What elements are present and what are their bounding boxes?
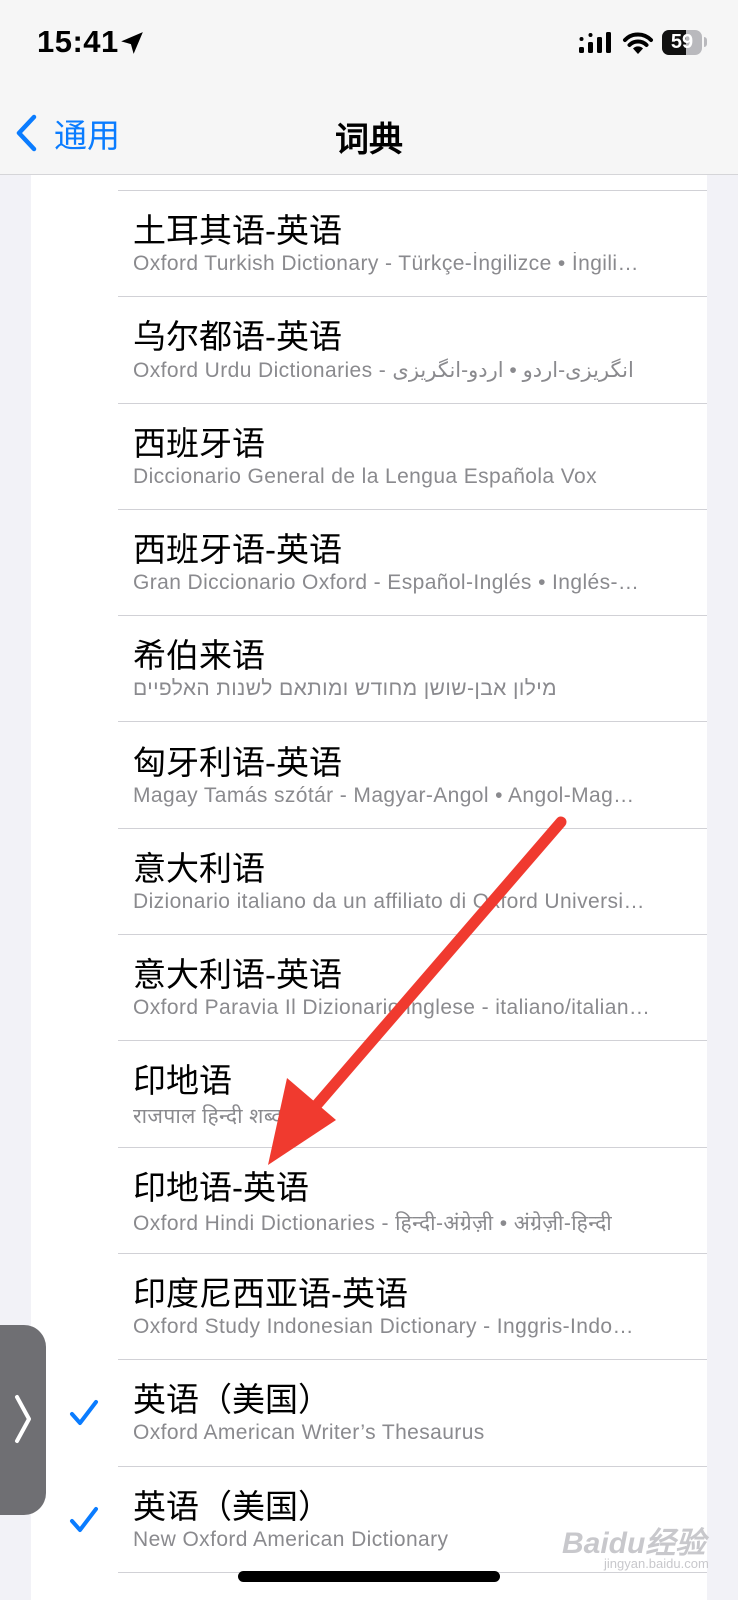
dictionary-row[interactable]: 匈牙利语-英语 Magay Tamás szótár - Magyar-Angol… — [31, 723, 707, 829]
dictionary-title: 印地语 — [133, 1062, 232, 1100]
battery-tip — [704, 37, 707, 47]
dictionary-subtitle: Dizionario italiano da un affiliato di O… — [133, 889, 645, 913]
dictionary-row[interactable]: 英语（美国） Oxford American Writer’s Thesaurus — [31, 1360, 707, 1467]
dictionary-row[interactable]: 乌尔都语-英语 Oxford Urdu Dictionaries - انگریز… — [31, 297, 707, 404]
dictionary-subtitle: Gran Diccionario Oxford - Español-Inglés… — [133, 570, 640, 594]
dictionary-row[interactable]: 希伯来语 מילון אבן-שושן מחודש ומותאם לשנות הא… — [31, 616, 707, 723]
dictionary-title: 英语（美国） — [133, 1381, 331, 1419]
dictionary-row[interactable]: 印度尼西亚语-英语 Oxford Study Indonesian Diction… — [31, 1254, 707, 1361]
checkmark-icon — [70, 1400, 98, 1426]
dictionary-subtitle: राजपाल हिन्दी शब्दकोश — [133, 1105, 320, 1129]
dictionary-title: 印地语-英语 — [133, 1168, 309, 1206]
dictionary-subtitle: Oxford Hindi Dictionaries - हिन्दी-अंग्र… — [133, 1211, 613, 1235]
navigation-bar: 通用 词典 — [0, 92, 738, 175]
dictionary-row[interactable]: 土耳其语-英语 Oxford Turkish Dictionary - Türkç… — [31, 191, 707, 298]
dictionary-title: 西班牙语 — [133, 424, 265, 462]
dictionary-title: 意大利语 — [133, 849, 265, 887]
dictionary-subtitle: Diccionario General de la Lengua Español… — [133, 464, 597, 488]
dictionary-row[interactable]: 印地语 राजपाल हिन्दी शब्दकोश — [31, 1041, 707, 1148]
watermark-url: jingyan.baidu.com — [604, 1556, 709, 1571]
dictionary-row[interactable]: 西班牙语 Diccionario General de la Lengua Esp… — [31, 404, 707, 510]
status-bar: 15:41 59 — [0, 0, 738, 92]
side-drawer-handle[interactable] — [0, 1325, 46, 1515]
checkmark-icon — [70, 1506, 98, 1532]
dictionary-title: 西班牙语-英语 — [133, 530, 342, 568]
home-indicator[interactable] — [238, 1571, 500, 1582]
dictionary-title: 印度尼西亚语-英语 — [133, 1275, 408, 1312]
battery-icon: 59 — [662, 30, 702, 55]
dictionary-subtitle: Oxford American Writer’s Thesaurus — [133, 1421, 485, 1445]
dictionary-subtitle: Magay Tamás szótár - Magyar-Angol • Ango… — [133, 783, 635, 807]
dictionary-subtitle: Oxford Urdu Dictionaries - انگریزی-اردو … — [133, 359, 634, 383]
status-time: 15:41 — [37, 24, 119, 59]
dictionary-row[interactable]: 意大利语-英语 Oxford Paravia Il Dizionario ingl… — [31, 935, 707, 1042]
dictionary-title: 土耳其语-英语 — [133, 212, 342, 249]
wifi-icon — [623, 32, 653, 54]
dictionary-row[interactable]: 意大利语 Dizionario italiano da un affiliato … — [31, 829, 707, 936]
dictionary-title: 乌尔都语-英语 — [133, 318, 342, 356]
dictionary-subtitle: Oxford Turkish Dictionary - Türkçe-İngil… — [133, 252, 639, 275]
dictionary-subtitle: Oxford Paravia Il Dizionario inglese - i… — [133, 996, 651, 1020]
chevron-right-icon — [15, 1395, 31, 1443]
battery-percentage: 59 — [670, 31, 694, 53]
dictionary-title: 英语（美国） — [133, 1487, 331, 1525]
dictionary-list: 土耳其语-英语 Oxford Turkish Dictionary - Türkç… — [31, 175, 707, 1600]
cellular-signal-icon — [579, 32, 611, 53]
dictionary-row[interactable]: 印地语-英语 Oxford Hindi Dictionaries - हिन्दी… — [31, 1148, 707, 1254]
page-title: 词典 — [335, 121, 403, 159]
dictionary-subtitle: Oxford Study Indonesian Dictionary - Ing… — [133, 1315, 634, 1338]
dictionary-row[interactable]: 西班牙语-英语 Gran Diccionario Oxford - Español… — [31, 510, 707, 617]
dictionary-subtitle: מילון אבן-שושן מחודש ומותאם לשנות האלפיי… — [133, 677, 557, 701]
dictionary-title: 匈牙利语-英语 — [133, 743, 342, 781]
dictionary-title: 希伯来语 — [133, 637, 265, 675]
dictionary-title: 意大利语-英语 — [133, 956, 342, 994]
location-arrow-icon — [121, 32, 143, 54]
